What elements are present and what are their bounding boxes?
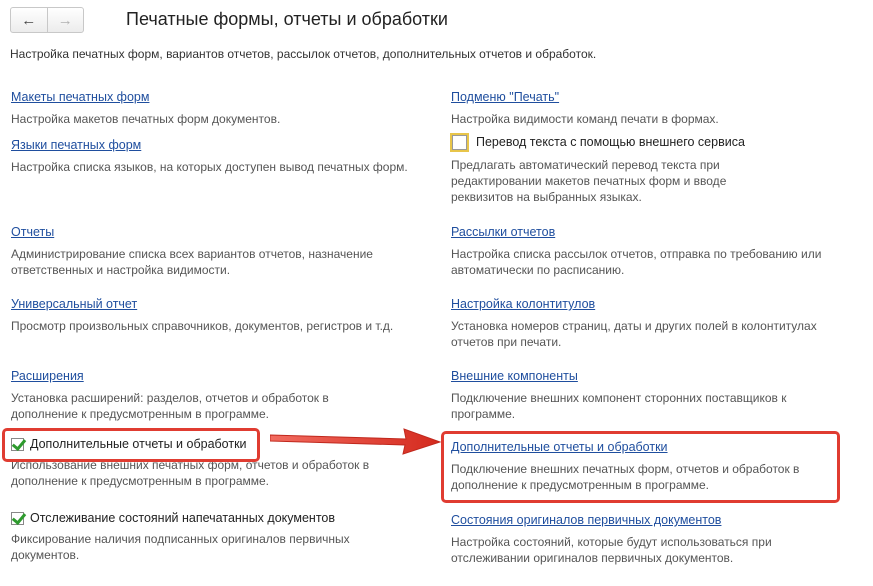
universal-report-desc: Просмотр произвольных справочников, доку… xyxy=(11,319,394,333)
text-translation-desc: Предлагать автоматический перевод текста… xyxy=(451,158,727,204)
section-report-mailings: Рассылки отчетов Настройка списка рассыл… xyxy=(451,223,871,278)
section-original-document-states: Состояния оригиналов первичных документо… xyxy=(451,511,871,566)
headers-footers-link[interactable]: Настройка колонтитулов xyxy=(451,296,595,312)
section-text-translation: Перевод текста с помощью внешнего сервис… xyxy=(451,133,871,205)
extensions-link[interactable]: Расширения xyxy=(11,368,84,384)
section-document-tracking: Отслеживание состояний напечатанных доку… xyxy=(11,509,431,563)
annotation-arrow-icon xyxy=(270,428,442,455)
text-translation-checkbox[interactable] xyxy=(452,134,467,150)
section-print-submenu: Подменю "Печать" Настройка видимости ком… xyxy=(451,88,871,127)
document-tracking-checkbox-label[interactable]: Отслеживание состояний напечатанных доку… xyxy=(30,511,335,525)
text-translation-checkbox-label[interactable]: Перевод текста с помощью внешнего сервис… xyxy=(476,135,745,149)
external-components-link[interactable]: Внешние компоненты xyxy=(451,368,578,384)
document-tracking-checkbox[interactable] xyxy=(11,511,24,525)
reports-desc: Администрирование списка всех вариантов … xyxy=(11,247,373,277)
nav-buttons: ← → xyxy=(10,7,84,33)
universal-report-link[interactable]: Универсальный отчет xyxy=(11,296,137,312)
section-extensions: Расширения Установка расширений: раздело… xyxy=(11,367,431,422)
report-mailings-desc: Настройка списка рассылок отчетов, отпра… xyxy=(451,247,822,277)
text-translation-checkbox-row[interactable]: Перевод текста с помощью внешнего сервис… xyxy=(451,133,871,151)
page-title: Печатные формы, отчеты и обработки xyxy=(126,9,448,29)
document-tracking-checkbox-row[interactable]: Отслеживание состояний напечатанных доку… xyxy=(11,509,431,527)
report-mailings-link[interactable]: Рассылки отчетов xyxy=(451,224,555,240)
print-form-layouts-desc: Настройка макетов печатных форм документ… xyxy=(11,112,281,126)
section-print-form-languages: Языки печатных форм Настройка списка язы… xyxy=(11,136,431,175)
highlight-box-right xyxy=(441,431,840,503)
forward-arrow-icon[interactable]: → xyxy=(48,8,84,32)
reports-link[interactable]: Отчеты xyxy=(11,224,54,240)
original-document-states-desc: Настройка состояний, которые будут испол… xyxy=(451,535,772,565)
original-document-states-link[interactable]: Состояния оригиналов первичных документо… xyxy=(451,512,721,528)
page-subtitle: Настройка печатных форм, вариантов отчет… xyxy=(10,47,597,61)
print-form-languages-link[interactable]: Языки печатных форм xyxy=(11,137,141,153)
section-headers-footers: Настройка колонтитулов Установка номеров… xyxy=(451,295,871,350)
highlight-box-left xyxy=(2,428,260,462)
external-components-desc: Подключение внешних компонент сторонних … xyxy=(451,391,787,421)
print-submenu-link[interactable]: Подменю "Печать" xyxy=(451,89,559,105)
document-tracking-desc: Фиксирование наличия подписанных оригина… xyxy=(11,532,350,562)
print-submenu-desc: Настройка видимости команд печати в форм… xyxy=(451,112,719,126)
print-form-languages-desc: Настройка списка языков, на которых дост… xyxy=(11,160,408,174)
section-universal-report: Универсальный отчет Просмотр произвольны… xyxy=(11,295,431,334)
print-form-layouts-link[interactable]: Макеты печатных форм xyxy=(11,89,149,105)
section-print-form-layouts: Макеты печатных форм Настройка макетов п… xyxy=(11,88,431,127)
headers-footers-desc: Установка номеров страниц, даты и других… xyxy=(451,319,817,349)
extensions-desc: Установка расширений: разделов, отчетов … xyxy=(11,391,329,421)
back-arrow-icon[interactable]: ← xyxy=(11,8,48,32)
section-reports: Отчеты Администрирование списка всех вар… xyxy=(11,223,431,278)
section-external-components: Внешние компоненты Подключение внешних к… xyxy=(451,367,871,422)
